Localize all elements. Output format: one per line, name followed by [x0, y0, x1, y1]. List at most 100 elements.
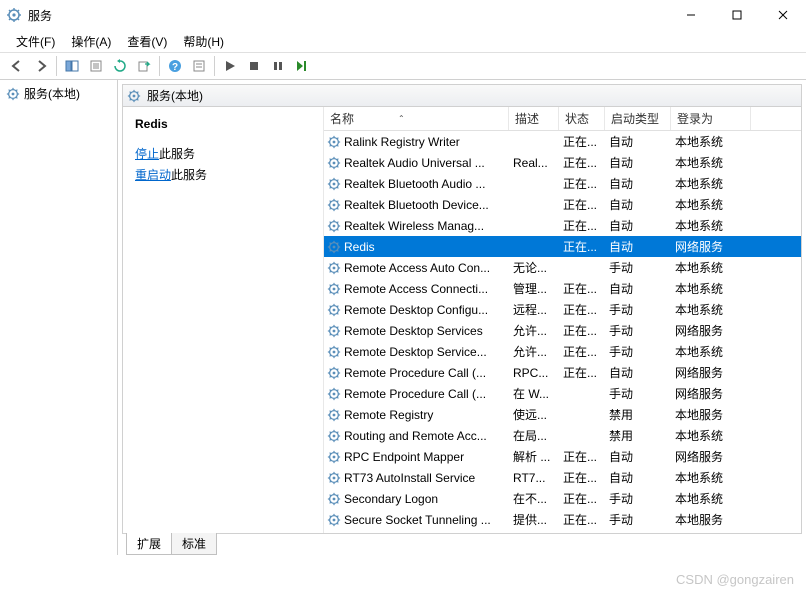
service-desc: Real...: [509, 156, 559, 170]
forward-button[interactable]: [30, 55, 52, 77]
right-header-label: 服务(本地): [147, 87, 203, 104]
help-button[interactable]: ?: [164, 55, 186, 77]
tree-node-label: 服务(本地): [24, 85, 80, 102]
service-status: 正在...: [559, 322, 605, 339]
service-name: Routing and Remote Acc...: [344, 429, 487, 443]
restart-service-button[interactable]: [291, 55, 313, 77]
table-row[interactable]: Redis正在...自动网络服务: [324, 236, 801, 257]
gear-icon: [327, 156, 341, 170]
service-status: 正在...: [559, 301, 605, 318]
gear-icon: [327, 135, 341, 149]
service-start: 自动: [605, 364, 671, 381]
back-button[interactable]: [6, 55, 28, 77]
service-desc: 使远...: [509, 406, 559, 423]
table-row[interactable]: RPC Endpoint Mapper解析 ...正在...自动网络服务: [324, 446, 801, 467]
list-pane: 名称⌃ 描述 状态 启动类型 登录为 Ralink Registry Write…: [323, 107, 801, 533]
table-row[interactable]: Remote Desktop Configu...远程...正在...手动本地系…: [324, 299, 801, 320]
svg-text:?: ?: [172, 62, 178, 73]
table-row[interactable]: Realtek Bluetooth Audio ...正在...自动本地系统: [324, 173, 801, 194]
service-logon: 本地系统: [671, 133, 755, 150]
sort-caret-icon: ⌃: [398, 114, 405, 123]
service-name: Remote Access Connecti...: [344, 282, 488, 296]
refresh-button[interactable]: [109, 55, 131, 77]
service-status: 正在...: [559, 175, 605, 192]
service-start: 自动: [605, 133, 671, 150]
service-desc: 解析 ...: [509, 448, 559, 465]
col-header-desc[interactable]: 描述: [509, 107, 559, 130]
table-row[interactable]: Remote Desktop Service...允许...正在...手动本地系…: [324, 341, 801, 362]
service-name: Secure Socket Tunneling ...: [344, 513, 491, 527]
start-service-button[interactable]: [219, 55, 241, 77]
export-button[interactable]: [133, 55, 155, 77]
service-name: RT73 AutoInstall Service: [344, 471, 475, 485]
table-row[interactable]: Remote Registry使远...禁用本地服务: [324, 404, 801, 425]
service-logon: 本地服务: [671, 406, 755, 423]
col-header-logon[interactable]: 登录为: [671, 107, 751, 130]
service-logon: 本地系统: [671, 259, 755, 276]
table-row[interactable]: RT73 AutoInstall ServiceRT7...正在...自动本地系…: [324, 467, 801, 488]
service-start: 自动: [605, 448, 671, 465]
props2-button[interactable]: [188, 55, 210, 77]
table-row[interactable]: Realtek Audio Universal ...Real...正在...自…: [324, 152, 801, 173]
table-row[interactable]: Remote Procedure Call (...RPC...正在...自动网…: [324, 362, 801, 383]
close-button[interactable]: [760, 0, 806, 30]
service-desc: 远程...: [509, 301, 559, 318]
table-row[interactable]: Secure Socket Tunneling ...提供...正在...手动本…: [324, 509, 801, 530]
pause-service-button[interactable]: [267, 55, 289, 77]
service-logon: 本地系统: [671, 427, 755, 444]
menu-action[interactable]: 操作(A): [63, 31, 119, 52]
service-status: 正在...: [559, 238, 605, 255]
gear-icon: [327, 387, 341, 401]
properties-button[interactable]: [85, 55, 107, 77]
service-logon: 本地系统: [671, 301, 755, 318]
tree-node-services-local[interactable]: 服务(本地): [3, 83, 114, 104]
table-row[interactable]: Remote Desktop Services允许...正在...手动网络服务: [324, 320, 801, 341]
list-header: 名称⌃ 描述 状态 启动类型 登录为: [324, 107, 801, 131]
gear-icon: [327, 282, 341, 296]
service-start: 自动: [605, 469, 671, 486]
table-row[interactable]: Routing and Remote Acc...在局...禁用本地系统: [324, 425, 801, 446]
service-start: 手动: [605, 490, 671, 507]
maximize-button[interactable]: [714, 0, 760, 30]
minimize-button[interactable]: [668, 0, 714, 30]
service-logon: 网络服务: [671, 322, 755, 339]
service-name: Realtek Audio Universal ...: [344, 156, 485, 170]
table-row[interactable]: Secondary Logon在不...正在...手动本地系统: [324, 488, 801, 509]
table-row[interactable]: Ralink Registry Writer正在...自动本地系统: [324, 131, 801, 152]
service-desc: 启动...: [509, 532, 559, 533]
service-name: Remote Procedure Call (...: [344, 387, 486, 401]
menu-file[interactable]: 文件(F): [8, 31, 63, 52]
service-logon: 本地系统: [671, 532, 755, 533]
right-header: 服务(本地): [122, 84, 802, 107]
service-name: Secondary Logon: [344, 492, 438, 506]
service-desc: 允许...: [509, 322, 559, 339]
tab-extended[interactable]: 扩展: [126, 533, 172, 555]
service-logon: 网络服务: [671, 238, 755, 255]
show-hide-tree-button[interactable]: [61, 55, 83, 77]
table-row[interactable]: Realtek Bluetooth Device...正在...自动本地系统: [324, 194, 801, 215]
restart-link[interactable]: 重启动: [135, 168, 171, 182]
service-start: 手动: [605, 385, 671, 402]
stop-link[interactable]: 停止: [135, 147, 159, 161]
menu-view[interactable]: 查看(V): [119, 31, 175, 52]
table-row[interactable]: Remote Access Connecti...管理...正在...自动本地系…: [324, 278, 801, 299]
table-row[interactable]: Remote Procedure Call (...在 W...手动网络服务: [324, 383, 801, 404]
restart-suffix: 此服务: [171, 168, 207, 182]
stop-service-button[interactable]: [243, 55, 265, 77]
menu-help[interactable]: 帮助(H): [175, 31, 232, 52]
tab-standard[interactable]: 标准: [171, 533, 217, 555]
col-header-name[interactable]: 名称⌃: [324, 107, 509, 130]
service-name: Remote Desktop Services: [344, 324, 483, 338]
table-row[interactable]: Security Accounts Mana...启动...正在...自动本地系…: [324, 530, 801, 533]
table-row[interactable]: Remote Access Auto Con...无论...手动本地系统: [324, 257, 801, 278]
col-header-start[interactable]: 启动类型: [605, 107, 671, 130]
service-start: 自动: [605, 280, 671, 297]
service-logon: 本地系统: [671, 175, 755, 192]
col-header-status[interactable]: 状态: [559, 107, 605, 130]
gear-icon: [327, 261, 341, 275]
service-logon: 网络服务: [671, 385, 755, 402]
service-start: 自动: [605, 196, 671, 213]
service-desc: 提供...: [509, 511, 559, 528]
table-row[interactable]: Realtek Wireless Manag...正在...自动本地系统: [324, 215, 801, 236]
selected-service-name: Redis: [135, 117, 311, 131]
